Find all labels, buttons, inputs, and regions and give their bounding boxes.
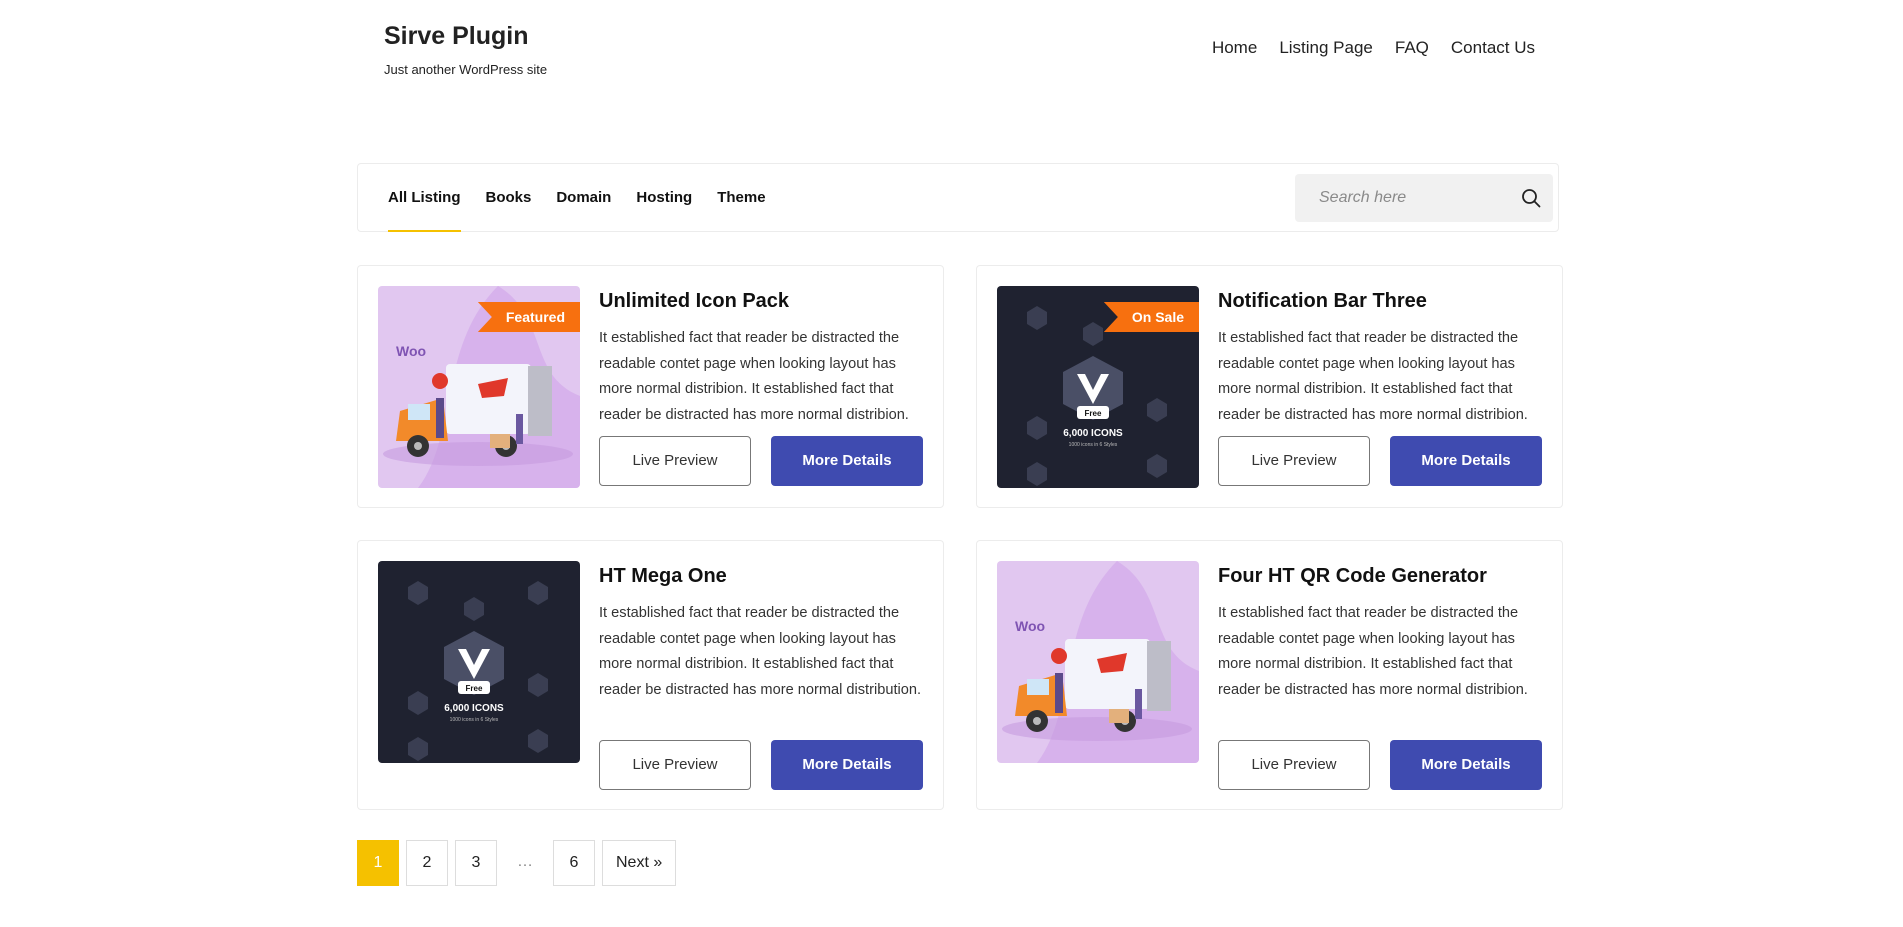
tab-all-listing[interactable]: All Listing (388, 164, 461, 232)
search-input[interactable] (1295, 174, 1519, 222)
search-box (1295, 174, 1553, 222)
nav-listing-page[interactable]: Listing Page (1279, 38, 1373, 58)
more-details-button[interactable]: More Details (771, 436, 923, 486)
product-image-woo-delivery[interactable]: Woo Featured (378, 286, 580, 488)
site-title[interactable]: Sirve Plugin (384, 22, 528, 51)
product-image-icon-pack[interactable]: Free 6,000 ICONS 1000 icons in 6 Styles (378, 561, 580, 763)
nav-contact-us[interactable]: Contact Us (1451, 38, 1535, 58)
tab-hosting[interactable]: Hosting (636, 164, 692, 232)
listing-card: Free 6,000 ICONS 1000 icons in 6 Styles … (976, 265, 1563, 508)
on-sale-badge: On Sale (1103, 302, 1199, 332)
page-2[interactable]: 2 (406, 840, 448, 886)
card-description: It established fact that reader be distr… (599, 605, 922, 698)
page-1[interactable]: 1 (357, 840, 399, 886)
woo-logo-text: Woo (1015, 618, 1045, 634)
card-description: It established fact that reader be distr… (599, 330, 909, 423)
icons-count-label: 6,000 ICONS (1063, 428, 1123, 439)
more-details-button[interactable]: More Details (1390, 436, 1542, 486)
more-details-button[interactable]: More Details (1390, 740, 1542, 790)
live-preview-button[interactable]: Live Preview (1218, 740, 1370, 790)
tab-domain[interactable]: Domain (556, 164, 611, 232)
page-3[interactable]: 3 (455, 840, 497, 886)
free-label: Free (1085, 409, 1102, 418)
live-preview-button[interactable]: Live Preview (599, 436, 751, 486)
nav-faq[interactable]: FAQ (1395, 38, 1429, 58)
listing-card: Woo Featured Unlimited Icon Pack It esta… (357, 265, 944, 508)
icons-sub-label: 1000 icons in 6 Styles (1069, 442, 1118, 448)
card-title[interactable]: Notification Bar Three (1218, 290, 1427, 313)
card-description: It established fact that reader be distr… (1218, 330, 1528, 423)
icons-sub-label: 1000 icons in 6 Styles (450, 717, 499, 723)
woo-logo-text: Woo (396, 343, 426, 359)
live-preview-button[interactable]: Live Preview (599, 740, 751, 790)
tab-books[interactable]: Books (486, 164, 532, 232)
site-tagline: Just another WordPress site (384, 62, 548, 77)
live-preview-button[interactable]: Live Preview (1218, 436, 1370, 486)
card-description: It established fact that reader be distr… (1218, 605, 1528, 698)
search-icon[interactable] (1521, 188, 1541, 208)
filter-bar: All Listing Books Domain Hosting Theme (357, 163, 1559, 232)
card-title[interactable]: HT Mega One (599, 565, 727, 588)
nav-home[interactable]: Home (1212, 38, 1257, 58)
site-header: Sirve Plugin Just another WordPress site… (0, 0, 1903, 100)
next-page-button[interactable]: Next » (602, 840, 677, 886)
featured-badge: Featured (477, 302, 580, 332)
listing-card: Woo Four HT QR Code Generator It establi… (976, 540, 1563, 810)
filter-tabs: All Listing Books Domain Hosting Theme (388, 164, 791, 232)
free-label: Free (466, 684, 483, 693)
tab-theme[interactable]: Theme (717, 164, 765, 232)
product-image-woo-delivery[interactable]: Woo (997, 561, 1199, 763)
page-ellipsis: … (517, 853, 533, 870)
card-title[interactable]: Unlimited Icon Pack (599, 290, 789, 313)
pagination: 1 2 3 … 6 Next » (357, 840, 683, 886)
main-nav: Home Listing Page FAQ Contact Us (1190, 38, 1535, 58)
listing-card: Free 6,000 ICONS 1000 icons in 6 Styles … (357, 540, 944, 810)
product-image-icon-pack[interactable]: Free 6,000 ICONS 1000 icons in 6 Styles … (997, 286, 1199, 488)
icons-count-label: 6,000 ICONS (444, 703, 504, 714)
page-6[interactable]: 6 (553, 840, 595, 886)
more-details-button[interactable]: More Details (771, 740, 923, 790)
card-title[interactable]: Four HT QR Code Generator (1218, 565, 1487, 588)
